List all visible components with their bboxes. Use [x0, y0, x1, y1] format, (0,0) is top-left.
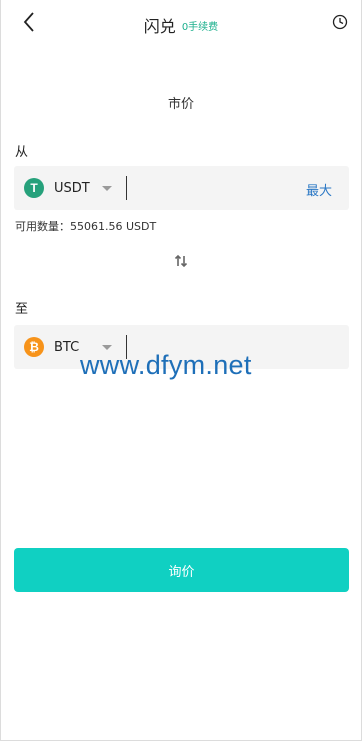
- available-balance: 可用数量：55061.56 USDT: [15, 220, 157, 233]
- max-button[interactable]: 最大: [306, 180, 332, 199]
- from-label: 从: [15, 145, 29, 160]
- from-asset-row: T USDT 最大: [14, 166, 349, 210]
- title-group: 闪兑 0手续费: [0, 13, 362, 37]
- from-coin-name: USDT: [54, 180, 90, 196]
- from-coin-selector[interactable]: T USDT: [24, 166, 112, 210]
- btc-coin-icon: ₿: [24, 337, 44, 357]
- order-type-label: 市价: [167, 97, 194, 112]
- swap-arrows-icon[interactable]: [173, 253, 189, 269]
- chevron-down-icon: [102, 185, 112, 191]
- fee-badge: 0手续费: [181, 21, 219, 33]
- usdt-coin-icon: T: [24, 178, 44, 198]
- to-label: 至: [15, 302, 29, 317]
- page-title: 闪兑: [143, 17, 176, 36]
- quote-button[interactable]: 询价: [14, 548, 349, 592]
- clock-icon[interactable]: [332, 14, 348, 30]
- chevron-down-icon: [102, 344, 112, 350]
- header: 闪兑 0手续费: [0, 0, 362, 46]
- watermark: www.dfym.net: [80, 350, 252, 380]
- from-amount-input[interactable]: [126, 176, 276, 200]
